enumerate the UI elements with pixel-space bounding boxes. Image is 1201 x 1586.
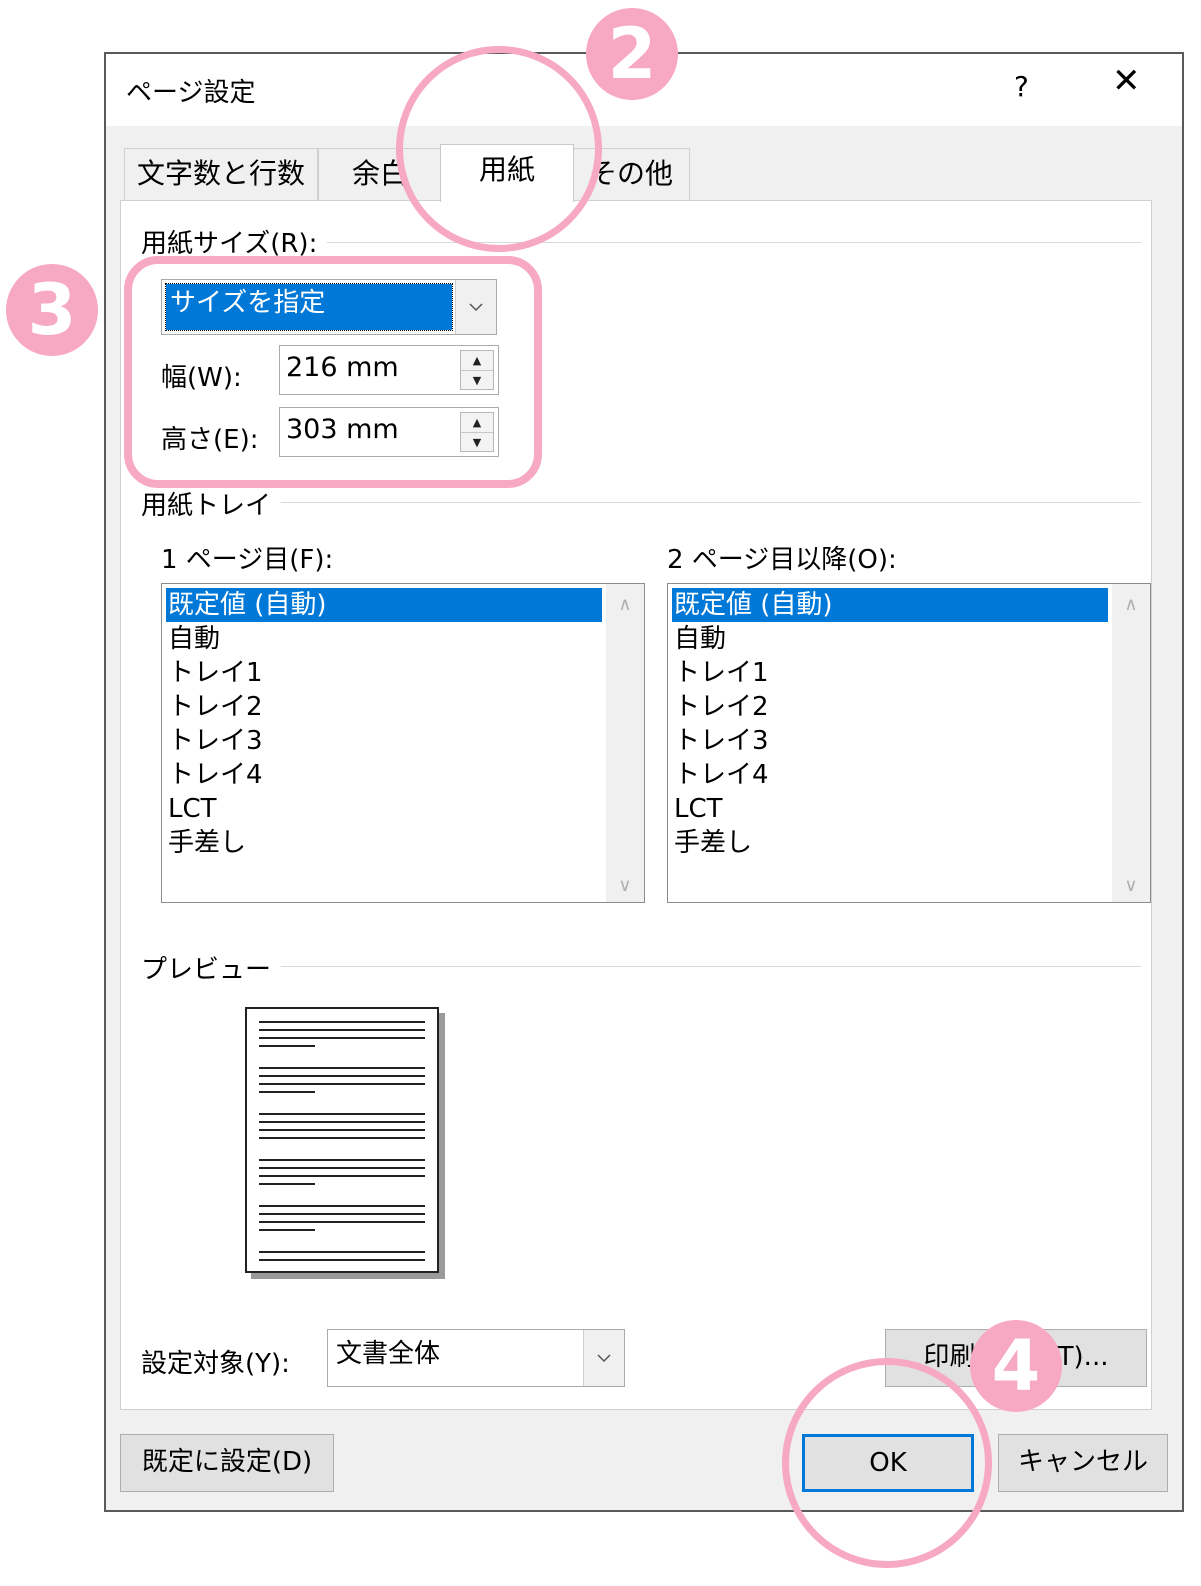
paper-size-label: 用紙サイズ(R): [141,223,328,260]
group-divider [321,242,1141,243]
step-badge-3: 3 [6,264,98,356]
list-item[interactable]: 既定値 (自動) [672,588,1108,622]
preview-label: プレビュー [141,949,282,986]
page-preview [245,1007,439,1273]
annotation-box-paper-size [124,256,542,488]
list-item[interactable]: トレイ4 [166,758,602,792]
apply-to-value: 文書全体 [336,1339,441,1369]
scrollbar[interactable]: ∧ ∨ [606,584,644,902]
group-divider [271,502,1141,503]
chevron-down-icon[interactable]: ∨ [1112,875,1150,896]
list-item[interactable]: トレイ1 [672,656,1108,690]
group-divider [251,966,1141,967]
chevron-down-icon[interactable]: ∨ [606,875,644,896]
dialog-title: ページ設定 [126,78,256,108]
list-item[interactable]: LCT [672,792,1108,826]
tab-paper[interactable]: 用紙 [440,144,574,202]
list-item[interactable]: 手差し [672,826,1108,860]
list-item[interactable]: トレイ2 [672,690,1108,724]
first-page-label: 1 ページ目(F): [161,545,334,575]
list-item[interactable]: トレイ4 [672,758,1108,792]
list-item[interactable]: トレイ2 [166,690,602,724]
other-pages-tray-list[interactable]: 既定値 (自動) 自動 トレイ1 トレイ2 トレイ3 トレイ4 LCT 手差し … [667,583,1151,903]
list-item[interactable]: 自動 [672,622,1108,656]
chevron-down-icon[interactable] [583,1330,624,1386]
set-default-button[interactable]: 既定に設定(D) [120,1434,334,1492]
cancel-button[interactable]: キャンセル [998,1434,1168,1492]
list-item[interactable]: 手差し [166,826,602,860]
apply-to-label: 設定対象(Y): [141,1349,290,1379]
step-badge-2: 2 [586,8,678,100]
list-item[interactable]: トレイ3 [166,724,602,758]
list-item[interactable]: トレイ1 [166,656,602,690]
close-icon[interactable]: ✕ [1112,64,1141,98]
help-button[interactable]: ? [1014,70,1029,103]
step-badge-4: 4 [970,1320,1062,1412]
chevron-up-icon[interactable]: ∧ [1112,594,1150,615]
scrollbar[interactable]: ∧ ∨ [1112,584,1150,902]
apply-to-select[interactable]: 文書全体 [327,1329,625,1387]
list-item[interactable]: LCT [166,792,602,826]
list-item[interactable]: 自動 [166,622,602,656]
tab-layout[interactable]: 文字数と行数 [124,148,318,200]
other-pages-label: 2 ページ目以降(O): [667,545,897,575]
list-item[interactable]: トレイ3 [672,724,1108,758]
paper-tray-label: 用紙トレイ [141,485,282,522]
annotation-circle-ok [782,1358,992,1568]
first-page-tray-list[interactable]: 既定値 (自動) 自動 トレイ1 トレイ2 トレイ3 トレイ4 LCT 手差し … [161,583,645,903]
chevron-up-icon[interactable]: ∧ [606,594,644,615]
list-item[interactable]: 既定値 (自動) [166,588,602,622]
